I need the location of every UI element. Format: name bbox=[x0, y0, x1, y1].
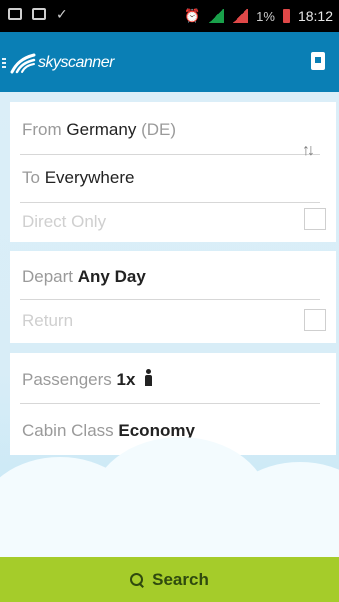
status-time: 18:12 bbox=[297, 8, 333, 24]
depart-field[interactable]: Depart Any Day bbox=[10, 251, 336, 301]
signal-weak-icon bbox=[232, 9, 249, 23]
direct-only-row[interactable]: Direct Only bbox=[10, 200, 336, 242]
from-field[interactable]: From Germany (DE) bbox=[10, 104, 336, 154]
depart-value: Any Day bbox=[77, 267, 146, 286]
status-right-icons: ⏰ 1% 18:12 bbox=[184, 8, 333, 24]
cloud-illustration bbox=[0, 417, 339, 587]
dates-card: Depart Any Day Return bbox=[10, 251, 336, 343]
to-label: To bbox=[22, 168, 40, 187]
direct-only-label: Direct Only bbox=[22, 212, 107, 231]
depart-text: Depart Any Day bbox=[22, 267, 146, 287]
search-form: From Germany (DE) ↑↓ To Everywhere Direc… bbox=[0, 92, 339, 587]
app-bar: skyscanner bbox=[0, 32, 339, 92]
to-field[interactable]: To Everywhere bbox=[10, 152, 336, 202]
check-icon: ✓ bbox=[56, 6, 68, 22]
logo-text: skyscanner bbox=[38, 54, 114, 71]
menu-icon[interactable] bbox=[2, 58, 6, 68]
battery-icon bbox=[282, 9, 290, 23]
from-value: Germany bbox=[66, 120, 137, 139]
status-bar: ✓ ⏰ 1% 18:12 bbox=[0, 0, 339, 32]
search-button-content: Search bbox=[0, 557, 339, 602]
passengers-field[interactable]: Passengers 1x bbox=[10, 353, 336, 403]
battery-percent: 1% bbox=[256, 8, 275, 24]
notification-icon bbox=[8, 8, 22, 20]
depart-label: Depart bbox=[22, 267, 74, 286]
signal-icon bbox=[208, 9, 225, 23]
to-value: Everywhere bbox=[44, 168, 135, 187]
search-button[interactable]: Search bbox=[0, 557, 339, 602]
passengers-label: Passengers bbox=[22, 370, 112, 389]
from-text: From Germany (DE) bbox=[22, 120, 176, 140]
share-icon[interactable] bbox=[311, 52, 325, 70]
screen-icon bbox=[32, 8, 46, 20]
alarm-icon: ⏰ bbox=[183, 8, 201, 23]
skyscanner-logo-icon bbox=[10, 53, 36, 74]
route-card: From Germany (DE) ↑↓ To Everywhere Direc… bbox=[10, 102, 336, 242]
return-checkbox[interactable] bbox=[304, 309, 326, 331]
return-row[interactable]: Return bbox=[10, 297, 336, 343]
direct-only-checkbox[interactable] bbox=[304, 208, 326, 230]
to-text: To Everywhere bbox=[22, 168, 134, 188]
passengers-text: Passengers 1x bbox=[22, 369, 153, 390]
divider bbox=[20, 403, 320, 404]
return-label: Return bbox=[22, 311, 74, 330]
status-left-icons: ✓ bbox=[8, 7, 68, 21]
passenger-icon bbox=[143, 369, 153, 387]
from-label: From bbox=[22, 120, 62, 139]
search-button-label: Search bbox=[152, 569, 209, 589]
search-icon bbox=[130, 572, 144, 587]
from-suffix: (DE) bbox=[141, 120, 177, 139]
passengers-value: 1x bbox=[116, 370, 136, 389]
